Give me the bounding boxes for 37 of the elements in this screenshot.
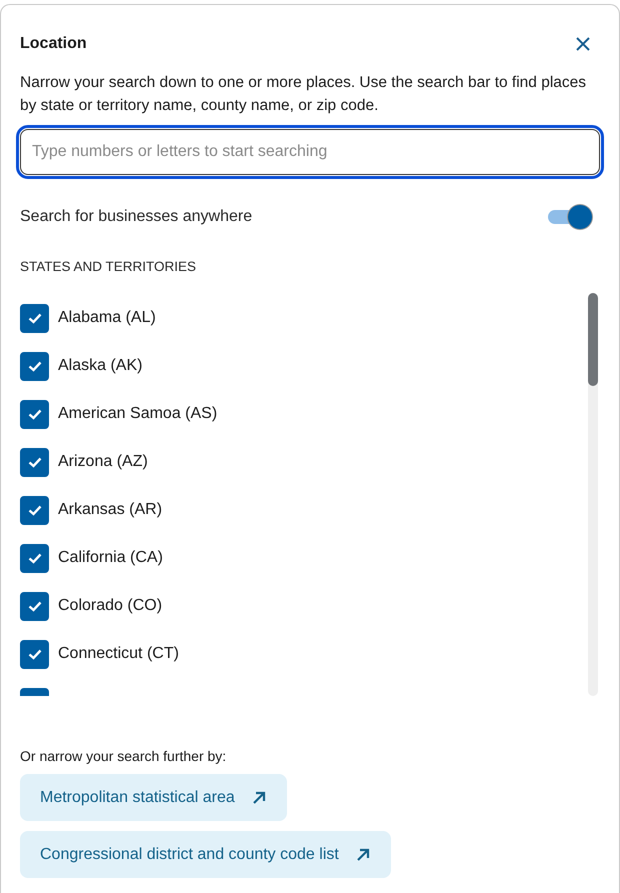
checkbox[interactable] xyxy=(20,496,49,524)
state-label: California (CA) xyxy=(58,549,163,567)
check-icon xyxy=(28,360,42,372)
check-icon xyxy=(28,648,42,660)
checkbox[interactable] xyxy=(20,304,49,332)
toggle-switch[interactable] xyxy=(548,205,592,229)
check-icon xyxy=(28,552,42,564)
check-icon xyxy=(28,600,42,612)
footer-text: Or narrow your search further by: xyxy=(20,748,228,764)
scrollbar-track[interactable] xyxy=(588,293,598,696)
close-icon xyxy=(575,36,591,52)
external-link-button[interactable]: Congressional district and county code list xyxy=(20,831,391,878)
state-label: Arkansas (AR) xyxy=(58,501,162,519)
checkbox[interactable] xyxy=(20,352,49,380)
external-link-button[interactable]: Metropolitan statistical area xyxy=(20,774,287,821)
state-label: Alabama (AL) xyxy=(58,309,156,327)
checkbox[interactable] xyxy=(20,592,49,620)
checkbox[interactable] xyxy=(20,544,49,572)
state-label: American Samoa (AS) xyxy=(58,405,218,423)
checkbox[interactable] xyxy=(20,640,49,668)
section-heading: STATES AND TERRITORIES xyxy=(20,259,198,274)
check-icon xyxy=(28,504,42,516)
state-label: Colorado (CO) xyxy=(58,597,162,615)
checkbox[interactable] xyxy=(20,448,49,476)
dialog-title: Location xyxy=(20,35,87,53)
arrow-up-right-icon xyxy=(354,846,371,862)
state-label: Alaska (AK) xyxy=(58,357,142,375)
toggle-label: Search for businesses anywhere xyxy=(20,208,252,226)
check-icon xyxy=(28,312,42,324)
state-label: Arizona (AZ) xyxy=(58,453,148,471)
check-icon xyxy=(28,408,42,420)
state-label: Connecticut (CT) xyxy=(58,645,179,663)
check-icon xyxy=(28,456,42,468)
checkbox[interactable] xyxy=(20,400,49,428)
arrow-up-right-icon xyxy=(250,790,267,806)
description-text: Narrow your search down to one or more places. Use the search bar to find places by state or territory name, county name, or zip code. xyxy=(20,73,588,116)
scrollbar-thumb[interactable] xyxy=(588,293,598,386)
